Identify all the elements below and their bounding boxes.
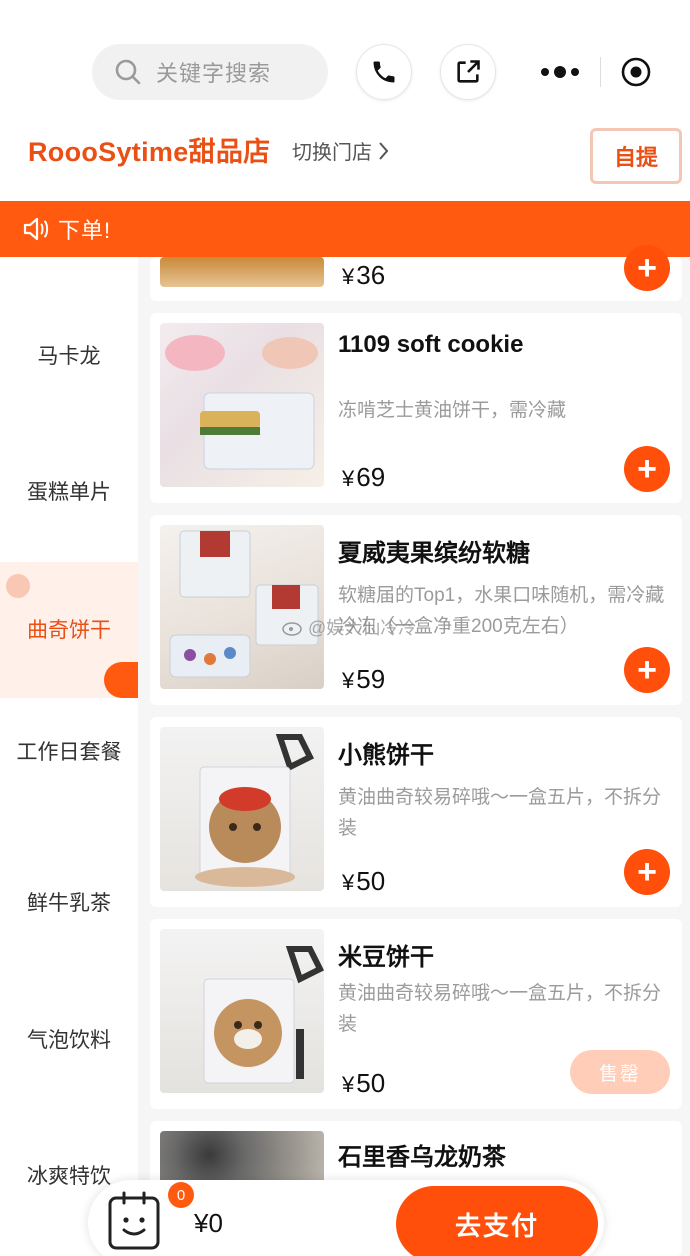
more-icon[interactable] xyxy=(520,66,600,78)
share-icon xyxy=(457,60,480,83)
pickup-button[interactable]: 自提 xyxy=(590,128,682,184)
phone-button[interactable] xyxy=(356,44,412,100)
product-name: 1109 soft cookie xyxy=(338,331,524,358)
switch-store-label: 切换门店 xyxy=(292,142,372,164)
sidebar-item-weekday-set[interactable]: 工作日套餐 xyxy=(0,740,138,766)
cart-total: ¥0 xyxy=(194,1208,223,1238)
sidebar-item-milk-tea[interactable]: 鲜牛乳茶 xyxy=(0,891,138,917)
watermark: @娱大仙冷冷 xyxy=(282,614,416,640)
product-name: 米豆饼干 xyxy=(338,944,434,971)
plus-icon: + xyxy=(637,450,657,488)
plus-icon: + xyxy=(637,651,657,689)
product-image xyxy=(160,525,324,689)
notice-bar: 下单! xyxy=(0,201,690,257)
sidebar-item-label: 工作日套餐 xyxy=(16,741,122,764)
phone-icon xyxy=(373,61,395,83)
product-name: 小熊饼干 xyxy=(338,742,434,769)
share-button[interactable] xyxy=(440,44,496,100)
sidebar-item-label: 冰爽特饮 xyxy=(27,1165,111,1188)
product-description: 黄油曲奇较易碎哦～一盒五片，不拆分装 xyxy=(338,787,662,839)
mini-program-capsule xyxy=(520,44,670,100)
cart-count-badge: 0 xyxy=(168,1182,194,1208)
product-image xyxy=(160,929,324,1093)
search-icon xyxy=(115,59,141,85)
product-price: ¥50 xyxy=(342,866,386,896)
speaker-icon xyxy=(23,217,49,241)
product-name: 石里香乌龙奶茶 xyxy=(338,1144,506,1171)
plus-icon: + xyxy=(637,853,657,891)
store-name: RoooSytime甜品店 xyxy=(28,137,271,167)
pickup-label: 自提 xyxy=(613,145,658,170)
add-to-cart-button[interactable]: + xyxy=(624,849,670,895)
weibo-icon xyxy=(282,622,302,636)
search-placeholder: 关键字搜索 xyxy=(156,61,272,86)
add-to-cart-button[interactable]: + xyxy=(624,647,670,693)
sidebar-item-label: 马卡龙 xyxy=(37,345,101,368)
product-image xyxy=(160,323,324,487)
plus-icon: + xyxy=(637,249,657,287)
close-mini-program-button[interactable] xyxy=(601,56,670,88)
product-description: 冻啃芝士黄油饼干，需冷藏 xyxy=(338,400,567,421)
sidebar-item-label: 曲奇饼干 xyxy=(27,619,111,642)
add-to-cart-button[interactable]: + xyxy=(624,245,670,291)
watermark-text: @娱大仙冷冷 xyxy=(308,618,417,638)
active-indicator xyxy=(104,662,138,698)
decor-dot xyxy=(6,574,30,598)
product-price: ¥36 xyxy=(342,260,386,290)
product-price: ¥59 xyxy=(342,664,386,694)
sidebar-item-label: 蛋糕单片 xyxy=(27,481,111,504)
product-image xyxy=(160,257,324,287)
sidebar-item-label: 气泡饮料 xyxy=(27,1029,111,1052)
switch-store-link[interactable]: 切换门店 xyxy=(292,136,390,165)
product-description: 黄油曲奇较易碎哦～一盒五片，不拆分装 xyxy=(338,983,662,1035)
sidebar-item-sparkling[interactable]: 气泡饮料 xyxy=(0,1028,138,1054)
cart-icon[interactable] xyxy=(106,1190,162,1252)
notice-text: 下单! xyxy=(58,218,112,243)
add-to-cart-button[interactable]: + xyxy=(624,446,670,492)
product-price: ¥69 xyxy=(342,462,386,492)
sidebar-item-macaron[interactable]: 马卡龙 xyxy=(0,344,138,370)
checkout-button[interactable]: 去支付 xyxy=(396,1186,598,1256)
sidebar-item-label: 鲜牛乳茶 xyxy=(27,892,111,915)
product-image xyxy=(160,727,324,891)
chevron-right-icon xyxy=(379,141,389,160)
product-price: ¥50 xyxy=(342,1068,386,1098)
product-name: 夏威夷果缤纷软糖 xyxy=(338,540,530,567)
soldout-button: 售罄 xyxy=(570,1050,670,1094)
search-input[interactable]: 关键字搜索 xyxy=(92,44,328,100)
target-icon xyxy=(621,57,650,87)
sidebar-item-cake-slice[interactable]: 蛋糕单片 xyxy=(0,480,138,506)
